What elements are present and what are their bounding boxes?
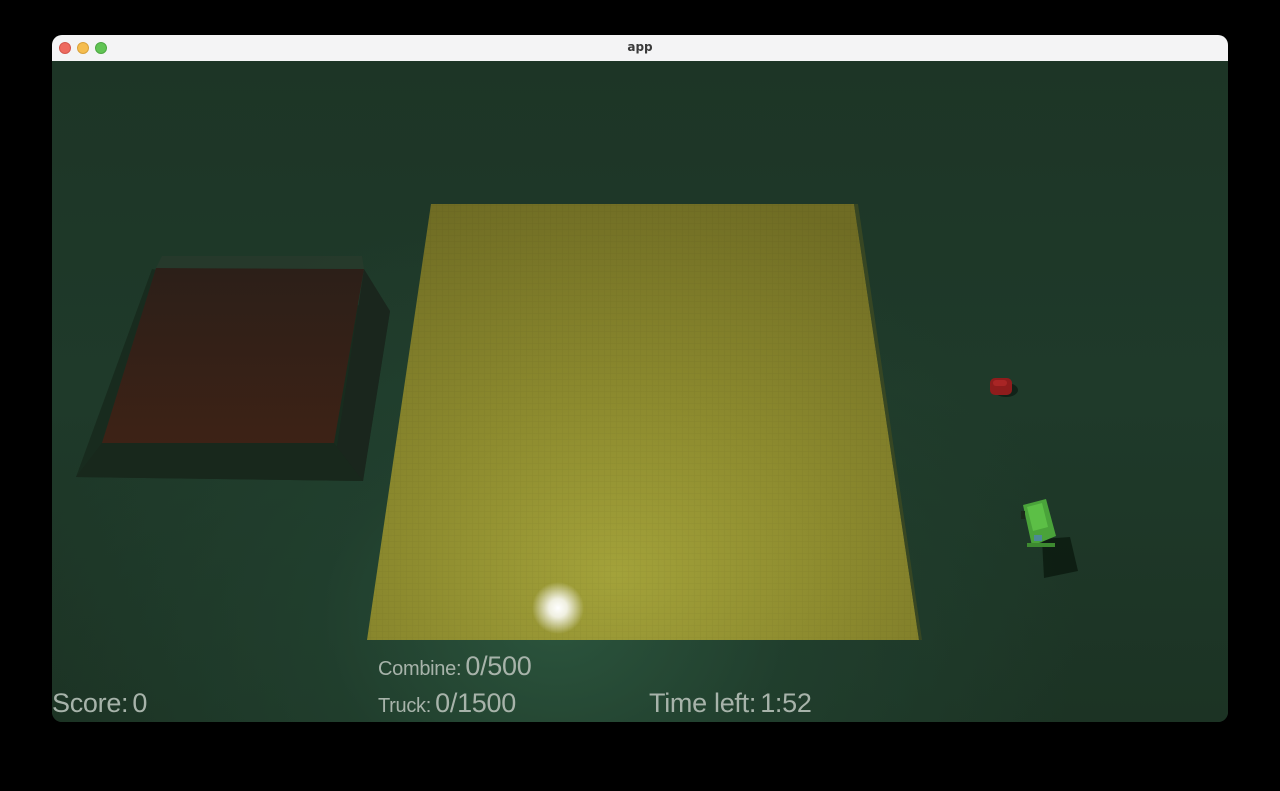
field-grid bbox=[367, 204, 919, 640]
truck-value: 0/1500 bbox=[435, 688, 516, 718]
light-glow bbox=[532, 582, 584, 634]
score-value: 0 bbox=[132, 688, 148, 718]
title-bar[interactable]: app bbox=[52, 35, 1228, 62]
truck-label: Truck: bbox=[378, 695, 432, 717]
game-scene[interactable]: Score: 0 Combine: 0/500 Truck: 0/1500 Ti… bbox=[52, 61, 1228, 722]
truck[interactable] bbox=[990, 378, 1018, 397]
truck-highlight bbox=[993, 380, 1007, 386]
barn[interactable] bbox=[76, 256, 390, 481]
time-left-display: Time left: 1:52 bbox=[649, 688, 812, 719]
combine-capacity: Combine: 0/500 bbox=[378, 651, 532, 682]
combine-harvester[interactable] bbox=[1021, 499, 1078, 578]
app-window: app Score: 0 Combine: 0/500 Truck: 0/150… bbox=[52, 35, 1228, 722]
wheat-field[interactable] bbox=[367, 204, 922, 640]
barn-top bbox=[102, 268, 364, 443]
combine-front-bar bbox=[1027, 543, 1055, 547]
score-label: Score: bbox=[52, 688, 129, 718]
scene-canvas bbox=[76, 204, 1078, 640]
combine-label: Combine: bbox=[378, 658, 462, 680]
score-display: Score: 0 bbox=[52, 688, 147, 719]
window-title: app bbox=[627, 40, 653, 54]
combine-wheel-left bbox=[1021, 511, 1025, 519]
combine-value: 0/500 bbox=[465, 651, 532, 681]
barn-back-edge bbox=[156, 256, 364, 269]
combine-window bbox=[1034, 535, 1042, 541]
time-value: 1:52 bbox=[760, 688, 812, 718]
truck-capacity: Truck: 0/1500 bbox=[378, 688, 516, 719]
barn-front-wall bbox=[76, 443, 363, 481]
time-label: Time left: bbox=[649, 688, 757, 718]
